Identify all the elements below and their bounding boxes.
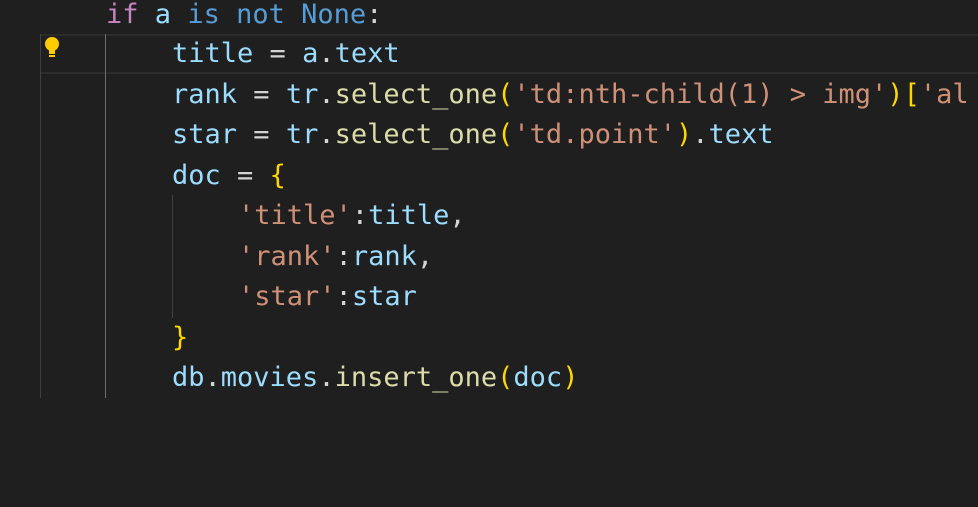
code-token: 'rank'	[238, 241, 336, 272]
code-token: None	[301, 0, 367, 30]
code-token: rank	[351, 241, 417, 272]
code-token: 'td.point'	[513, 119, 676, 150]
code-line[interactable]: }	[0, 318, 978, 358]
code-token: tr	[285, 119, 319, 150]
code-line[interactable]: 'rank':rank,	[0, 237, 978, 277]
code-line[interactable]: doc = {	[0, 156, 978, 196]
code-line[interactable]: 'star':star	[0, 277, 978, 317]
code-token: insert_one	[334, 362, 498, 393]
code-token: .	[318, 119, 335, 150]
code-token: title	[368, 200, 450, 231]
code-line-content: title = a.text	[172, 34, 400, 74]
code-editor[interactable]: if a is not None: title = a.text rank = …	[0, 0, 978, 507]
code-line-content: 'star':star	[238, 277, 417, 317]
code-token: a	[302, 38, 319, 69]
code-line[interactable]: rank = tr.select_one('td:nth-child(1) > …	[0, 75, 978, 115]
code-token: =	[237, 79, 286, 110]
code-line[interactable]: if a is not None:	[0, 0, 978, 35]
code-token: .	[318, 79, 335, 110]
code-token: [	[903, 79, 920, 110]
code-token: tr	[285, 79, 319, 110]
code-line-content: if a is not None:	[106, 0, 382, 35]
code-token: )	[675, 119, 693, 150]
code-token: (	[497, 119, 514, 150]
code-token: .	[204, 362, 221, 393]
code-token: }	[172, 322, 189, 353]
code-token: rank	[172, 79, 238, 110]
code-token: db	[172, 362, 205, 393]
code-token: (	[497, 79, 514, 110]
code-token: .	[692, 119, 709, 150]
code-token: doc	[172, 160, 221, 191]
code-token: select_one	[334, 119, 498, 150]
code-token: is	[187, 0, 220, 30]
code-token: .	[318, 38, 335, 69]
code-token: ,	[416, 241, 434, 272]
code-token: 'td:nth-child(1) > img'	[513, 79, 888, 110]
code-token: title	[172, 38, 254, 69]
code-token: a	[154, 0, 172, 30]
code-token: 'title'	[238, 200, 352, 231]
code-token: if	[106, 0, 139, 30]
code-token: {	[269, 160, 286, 191]
code-line-content: db.movies.insert_one(doc)	[172, 358, 578, 398]
code-token: =	[237, 119, 286, 150]
code-token: :	[335, 241, 352, 272]
code-line[interactable]: 'title':title,	[0, 196, 978, 236]
code-token: 'al	[919, 79, 969, 110]
code-token: =	[220, 160, 270, 191]
code-line-content: }	[172, 318, 188, 358]
code-line-content: 'rank':rank,	[238, 237, 433, 277]
code-token: :	[366, 0, 383, 30]
code-token: =	[253, 38, 303, 69]
code-line-content: rank = tr.select_one('td:nth-child(1) > …	[172, 75, 969, 115]
code-token: :	[335, 281, 352, 312]
code-line-content: star = tr.select_one('td.point').text	[172, 115, 774, 155]
code-token: not	[236, 0, 285, 30]
code-token: doc	[513, 362, 563, 393]
code-token: .	[318, 362, 335, 393]
code-token: text	[334, 38, 400, 69]
code-token: (	[497, 362, 514, 393]
code-line-content: doc = {	[172, 156, 286, 196]
code-token: )	[562, 362, 579, 393]
code-token: movies	[220, 362, 319, 393]
code-line-content: 'title':title,	[238, 196, 466, 236]
code-token: text	[708, 119, 774, 150]
code-line[interactable]: db.movies.insert_one(doc)	[0, 358, 978, 398]
code-token: star	[351, 281, 417, 312]
code-token: select_one	[334, 79, 498, 110]
code-line[interactable]: title = a.text	[0, 34, 978, 74]
code-line[interactable]: star = tr.select_one('td.point').text	[0, 115, 978, 155]
code-token: ,	[449, 200, 466, 231]
code-token: :	[351, 200, 369, 231]
code-token: )	[887, 79, 904, 110]
code-token: 'star'	[238, 281, 336, 312]
code-token: star	[172, 119, 238, 150]
